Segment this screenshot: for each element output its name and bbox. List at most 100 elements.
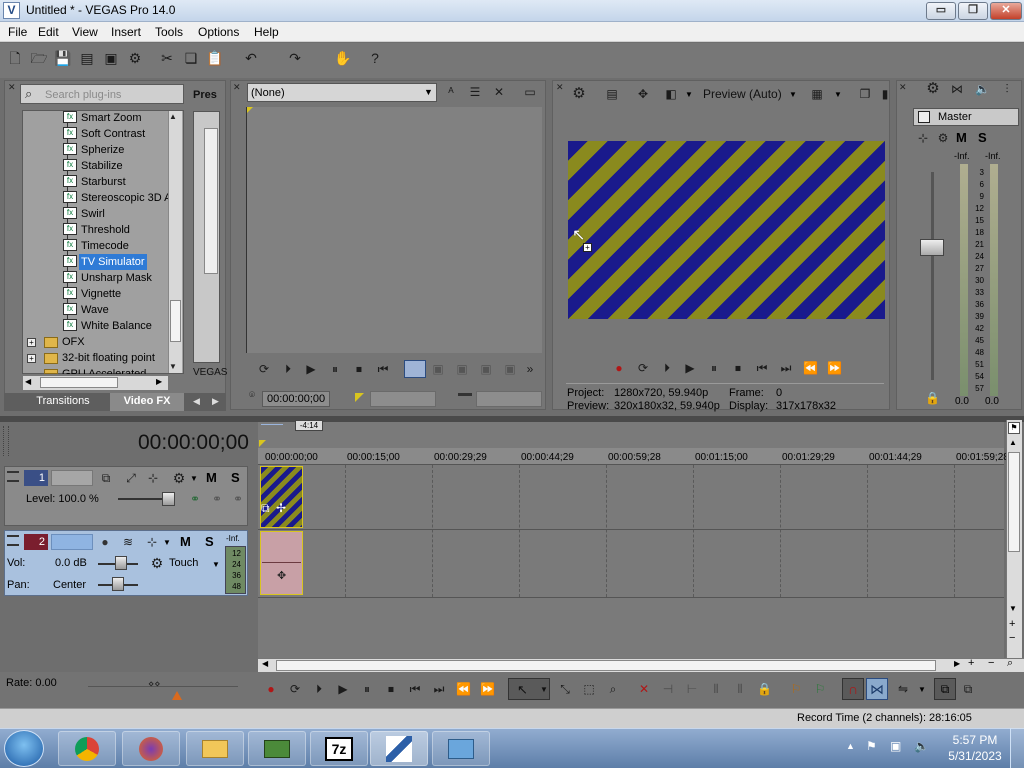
video-mute-button[interactable]: M (206, 470, 217, 485)
tab-right-icon[interactable]: ▶ (212, 396, 219, 407)
close-trimmer-icon[interactable]: ✕ (233, 82, 241, 93)
copy-frame-icon[interactable]: ❐ (858, 87, 872, 101)
level-slider-handle[interactable] (162, 492, 175, 506)
play-from-start-icon[interactable]: ⏵ (281, 362, 295, 376)
menu-view[interactable]: View (72, 25, 98, 39)
go-to-end-icon[interactable]: ⏭ (432, 682, 446, 696)
go-to-start-icon[interactable]: ⏮ (408, 682, 422, 696)
close-preview-icon[interactable]: ✕ (556, 82, 564, 93)
menu-help[interactable]: Help (254, 25, 279, 39)
firefox-taskbar-icon[interactable] (122, 731, 180, 766)
audio-event-clip[interactable] (260, 531, 303, 595)
go-to-end-icon[interactable]: ⏭ (779, 361, 793, 375)
chevron-down-icon[interactable]: ▼ (834, 90, 842, 99)
tab-transitions[interactable]: Transitions (28, 395, 98, 407)
clock-date[interactable]: 5/31/2023 (944, 749, 1006, 763)
next-frame-icon[interactable]: ⏩ (827, 361, 842, 375)
expand-icon[interactable]: + (27, 338, 36, 347)
minimize-button[interactable]: ▭ (926, 2, 956, 20)
plugin-item[interactable]: Wave (81, 302, 109, 318)
menu-file[interactable]: File (8, 25, 27, 39)
master-mute-button[interactable]: M (956, 130, 967, 145)
close-button[interactable]: ✕ (990, 2, 1022, 20)
video-track-name-field[interactable] (51, 470, 93, 486)
fx-icon[interactable]: ⚙ (936, 131, 950, 145)
selection-tool-icon[interactable]: ⬚ (582, 682, 596, 696)
audio-track-name-field[interactable] (51, 534, 93, 550)
render-icon[interactable]: ▣ (102, 49, 120, 67)
zoom-in-icon[interactable]: + (1009, 618, 1015, 630)
track-collapse-icon[interactable] (7, 471, 19, 482)
plugin-item[interactable]: Vignette (81, 286, 121, 302)
maximize-button[interactable]: ❐ (958, 2, 988, 20)
go-to-start-icon[interactable]: ⏮ (755, 361, 769, 375)
ignore-grouping-icon[interactable]: ⧉ (961, 682, 975, 696)
pan-crop-icon[interactable]: ⧉ (261, 501, 270, 516)
event-fx-icon[interactable]: ✢ (276, 501, 286, 515)
split-icon[interactable]: ⫴ (709, 682, 723, 696)
play-icon[interactable]: ▶ (304, 362, 318, 376)
speaker-icon[interactable]: 🔈 (975, 82, 990, 96)
cut-icon[interactable]: ✂ (158, 49, 176, 67)
overlay-icon[interactable]: ◧ (664, 87, 678, 101)
auto-crossfade-icon[interactable]: ⋈ (866, 678, 888, 700)
file-explorer-taskbar-icon[interactable] (186, 731, 244, 766)
mark-out-field[interactable] (476, 391, 542, 407)
prev-frame-icon[interactable]: ⏮ (376, 362, 390, 376)
lock-icon[interactable]: 🔒 (757, 682, 772, 696)
video-event-clip[interactable] (260, 466, 303, 528)
folder-item[interactable]: GPU Accelerated (62, 366, 146, 374)
scroll-left-icon[interactable]: ◀ (25, 377, 31, 386)
volume-icon[interactable]: 🔈 (914, 739, 929, 753)
menu-tools[interactable]: Tools (155, 25, 183, 39)
preview-quality-dropdown[interactable]: Preview (Auto) (703, 87, 782, 101)
zoom-out-icon[interactable]: − (1009, 632, 1015, 644)
plugin-item[interactable]: Starburst (81, 174, 126, 190)
scroll-right-icon[interactable]: ▶ (156, 377, 162, 386)
mark-in-field[interactable] (370, 391, 436, 407)
split-screen-icon[interactable]: ✥ (636, 87, 650, 101)
plugin-item-selected[interactable]: TV Simulator (79, 254, 147, 270)
search-input[interactable]: ⌕ Search plug-ins (20, 84, 184, 104)
ripple-edit-icon[interactable]: ⇋ (896, 682, 910, 696)
network-tool-taskbar-icon[interactable] (248, 731, 306, 766)
loop-icon[interactable]: ⟳ (636, 361, 650, 375)
mixer-icon[interactable]: ⫶ (1000, 82, 1014, 96)
7zip-taskbar-icon[interactable]: 7z (310, 731, 368, 766)
presets-scroll-thumb[interactable] (204, 128, 218, 274)
video-solo-button[interactable]: S (231, 470, 240, 485)
more-icon[interactable]: » (523, 362, 537, 376)
folder-item[interactable]: OFX (62, 334, 85, 350)
plugin-item[interactable]: White Balance (81, 318, 152, 334)
trim-option-icon[interactable]: ▣ (455, 362, 469, 376)
plugin-item[interactable]: Timecode (81, 238, 129, 254)
delete-icon[interactable]: ✕ (637, 682, 651, 696)
trim-mode-icon[interactable] (404, 360, 426, 378)
snapping-icon[interactable]: ∩ (842, 678, 864, 700)
chevron-down-icon[interactable]: ▼ (685, 90, 693, 99)
mark-out-icon[interactable] (458, 393, 472, 402)
lock-envelopes-icon[interactable]: ⧉ (934, 678, 956, 700)
automation-mode[interactable]: Touch (169, 557, 198, 569)
scroll-right-icon[interactable]: ▶ (954, 659, 960, 668)
action-center-icon[interactable]: ⚑ (866, 739, 877, 753)
plugin-item[interactable]: Smart Zoom (81, 110, 142, 126)
track-collapse-icon[interactable] (7, 535, 19, 546)
pause-icon[interactable]: ⏸ (360, 682, 374, 696)
menu-options[interactable]: Options (198, 25, 239, 39)
control-panel-taskbar-icon[interactable] (432, 731, 490, 766)
scroll-down-icon[interactable]: ▼ (169, 362, 177, 371)
fx-icon[interactable]: ⚭ (210, 492, 224, 506)
pause-icon[interactable]: ⏸ (707, 361, 721, 375)
plugin-item[interactable]: Threshold (81, 222, 130, 238)
menu-insert[interactable]: Insert (111, 25, 141, 39)
scroll-left-icon[interactable]: ◀ (262, 659, 268, 668)
show-desktop-button[interactable] (1010, 728, 1024, 768)
marker-flag-icon[interactable]: ⚑ (1008, 422, 1020, 434)
invert-phase-icon[interactable]: ≋ (121, 535, 135, 549)
chevron-down-icon[interactable]: ▼ (789, 90, 797, 99)
gear-icon[interactable]: ⚙ (126, 49, 144, 67)
undo-icon[interactable]: ↶ (242, 49, 260, 67)
chevron-down-icon[interactable]: ▼ (163, 538, 171, 547)
zoom-in-icon[interactable]: + (968, 657, 974, 669)
